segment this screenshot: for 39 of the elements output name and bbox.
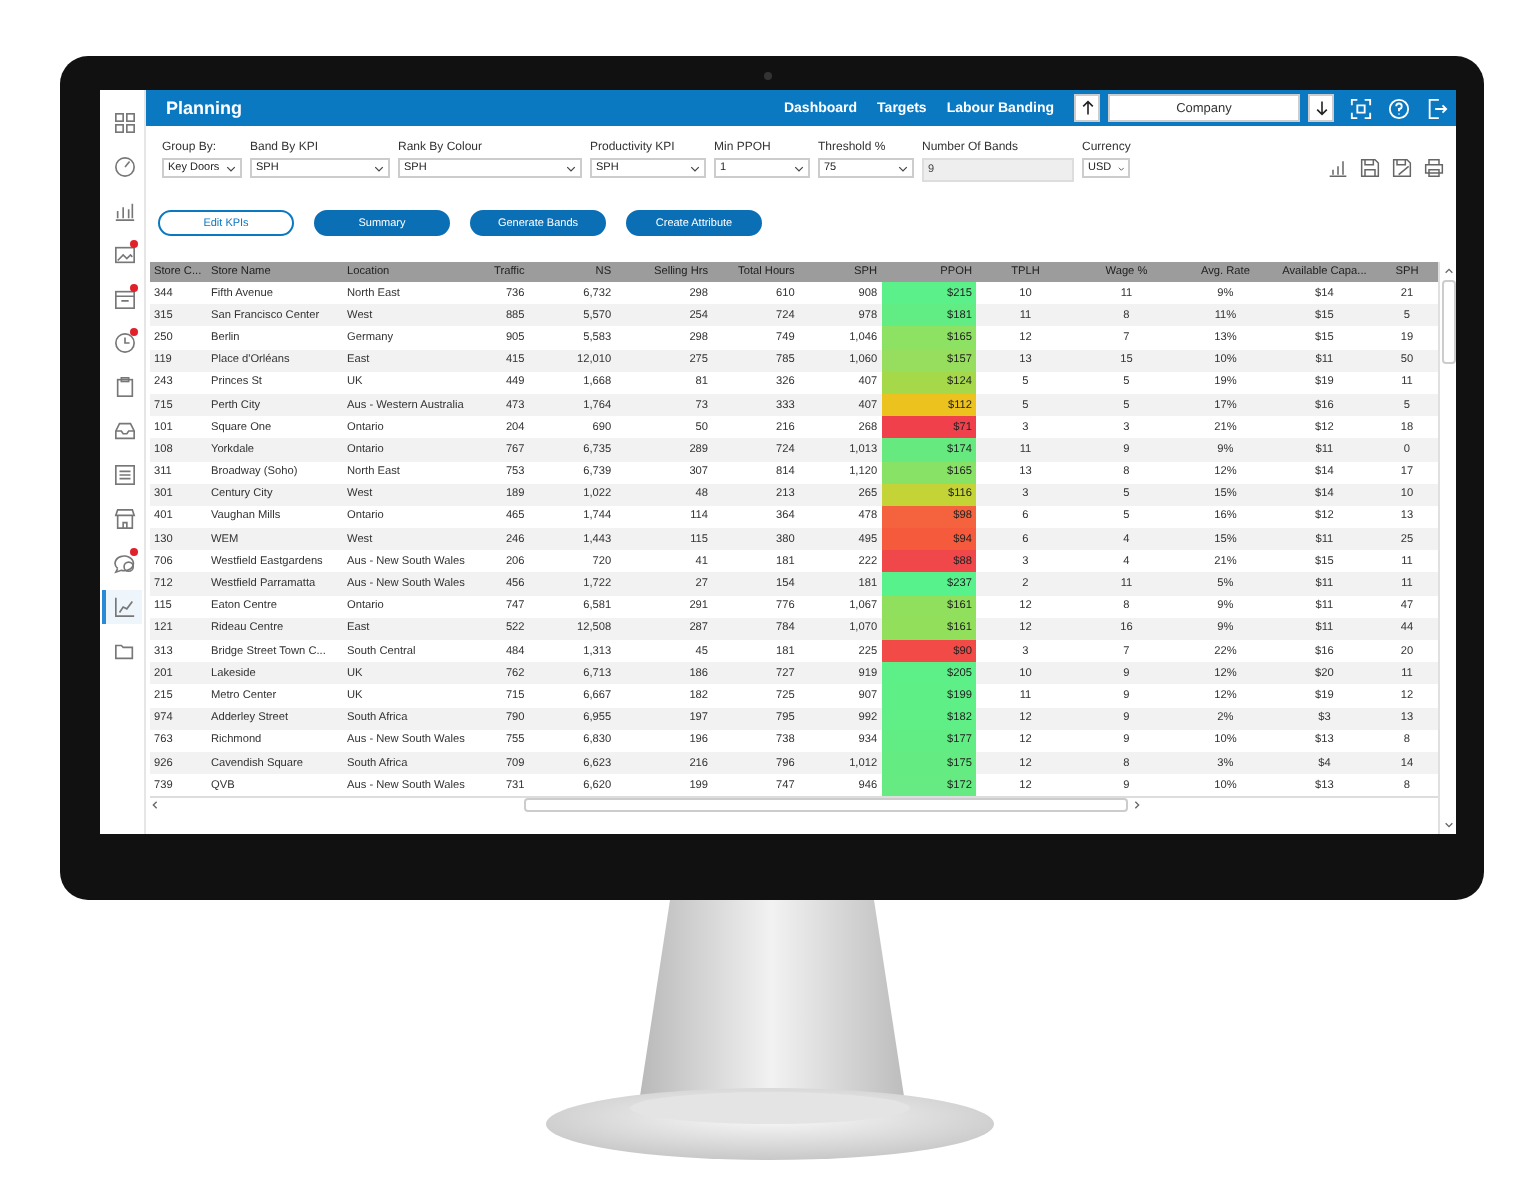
help-icon[interactable] (1388, 97, 1410, 119)
vertical-scrollbar[interactable] (1438, 262, 1456, 834)
clipboard-icon (113, 376, 135, 398)
bars-icon (113, 200, 135, 222)
chevron-down-icon (898, 163, 908, 173)
chat-icon (113, 552, 135, 574)
chevron-down-icon (374, 163, 384, 173)
sort-up-button[interactable] (1074, 94, 1100, 122)
camera-dot (764, 72, 772, 80)
clock-icon (113, 332, 135, 354)
app-title: Planning (166, 98, 244, 118)
scroll-up-icon[interactable] (1443, 266, 1453, 276)
bar-chart-icon[interactable] (1328, 158, 1348, 178)
sort-down-button[interactable] (1308, 94, 1334, 122)
scroll-right-icon[interactable] (1132, 800, 1142, 811)
list-icon (113, 464, 135, 486)
scroll-down-icon[interactable] (1443, 820, 1453, 830)
gauge-icon (113, 156, 135, 178)
calendar-icon (113, 288, 135, 310)
grid-icon (113, 112, 135, 134)
horizontal-scrollbar[interactable] (150, 796, 1438, 813)
folder-icon (113, 640, 135, 662)
chart-icon (113, 596, 135, 618)
store-icon (113, 508, 135, 530)
arrow-down-icon (1313, 100, 1329, 116)
picture-icon (113, 244, 135, 266)
tray-icon (113, 420, 135, 442)
scan-icon[interactable] (1350, 97, 1372, 119)
scroll-left-icon[interactable] (150, 800, 160, 811)
chevron-down-icon (690, 163, 700, 173)
chevron-down-icon (226, 163, 236, 173)
chevron-down-icon (794, 163, 804, 173)
chevron-down-icon (566, 163, 576, 173)
print-icon[interactable] (1424, 158, 1444, 178)
sidebar-item[interactable] (102, 590, 142, 624)
arrow-up-icon (1079, 100, 1095, 116)
save-as-icon[interactable] (1392, 158, 1412, 178)
logout-icon[interactable] (1426, 97, 1448, 119)
save-icon[interactable] (1360, 158, 1380, 178)
